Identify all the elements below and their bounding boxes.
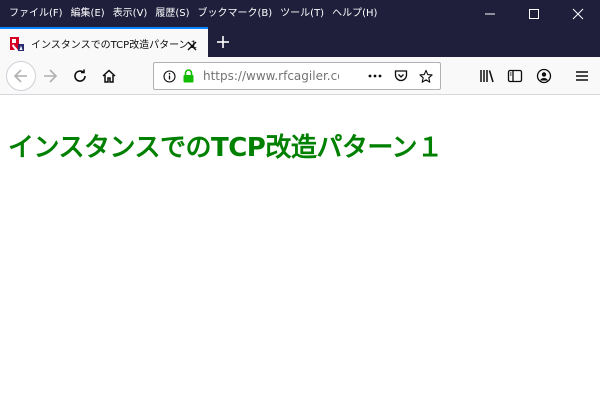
forward-icon — [44, 69, 58, 83]
menu-bar: ファイル(F) 編集(E) 表示(V) 履歴(S) ブックマーク(B) ツール(… — [0, 0, 381, 27]
new-tab-button[interactable] — [211, 31, 235, 53]
back-icon — [13, 69, 27, 83]
minimize-icon — [485, 13, 495, 14]
back-button[interactable] — [6, 61, 36, 91]
menu-file[interactable]: ファイル(F) — [5, 0, 67, 27]
library-icon — [480, 70, 494, 83]
library-button[interactable] — [475, 64, 499, 88]
tab-close-icon — [187, 41, 197, 51]
bookmark-star-button[interactable] — [419, 69, 433, 83]
pocket-button[interactable] — [394, 69, 408, 83]
sidebar-button[interactable] — [503, 64, 527, 88]
url-text[interactable]: https://www.rfcagiler.co — [203, 63, 339, 89]
tab-title: インスタンスでのTCP改造パターン１ — [31, 39, 199, 51]
navigation-toolbar: https://www.rfcagiler.co — [0, 57, 600, 95]
lock-icon[interactable] — [181, 69, 195, 83]
title-bar: ファイル(F) 編集(E) 表示(V) 履歴(S) ブックマーク(B) ツール(… — [0, 0, 600, 27]
tab-close-button[interactable] — [186, 37, 198, 51]
reload-icon — [74, 69, 86, 82]
page-content: インスタンスでのTCP改造パターン１ — [0, 96, 600, 406]
sidebar-icon — [507, 69, 523, 83]
menu-tools[interactable]: ツール(T) — [276, 0, 328, 27]
menu-view[interactable]: 表示(V) — [109, 0, 152, 27]
page-actions-button[interactable] — [368, 69, 382, 83]
menu-button[interactable] — [570, 64, 594, 88]
tab-strip: インスタンスでのTCP改造パターン１ — [0, 27, 600, 57]
active-tab[interactable]: インスタンスでのTCP改造パターン１ — [0, 27, 208, 57]
maximize-button[interactable] — [512, 0, 556, 27]
minimize-button[interactable] — [468, 0, 512, 27]
pocket-icon — [394, 70, 408, 82]
page-heading: インスタンスでのTCP改造パターン１ — [8, 133, 443, 163]
bookmark-star-icon — [419, 69, 433, 83]
menu-history[interactable]: 履歴(S) — [151, 0, 193, 27]
info-icon[interactable] — [162, 69, 176, 83]
favicon — [10, 36, 24, 51]
maximize-icon — [529, 8, 539, 19]
new-tab-icon — [217, 36, 229, 48]
url-bar[interactable]: https://www.rfcagiler.co — [153, 62, 441, 90]
home-button[interactable] — [97, 64, 121, 88]
menu-help[interactable]: ヘルプ(H) — [328, 0, 381, 27]
account-icon — [536, 68, 552, 84]
window-controls — [468, 0, 600, 27]
forward-button[interactable] — [38, 64, 62, 88]
menu-edit[interactable]: 編集(E) — [67, 0, 109, 27]
home-icon — [102, 69, 116, 83]
page-actions-icon — [368, 74, 382, 78]
menu-bookmarks[interactable]: ブックマーク(B) — [194, 0, 277, 27]
account-button[interactable] — [532, 64, 556, 88]
reload-button[interactable] — [68, 64, 92, 88]
close-window-icon — [572, 8, 584, 19]
close-window-button[interactable] — [556, 0, 600, 27]
menu-icon — [576, 71, 588, 81]
